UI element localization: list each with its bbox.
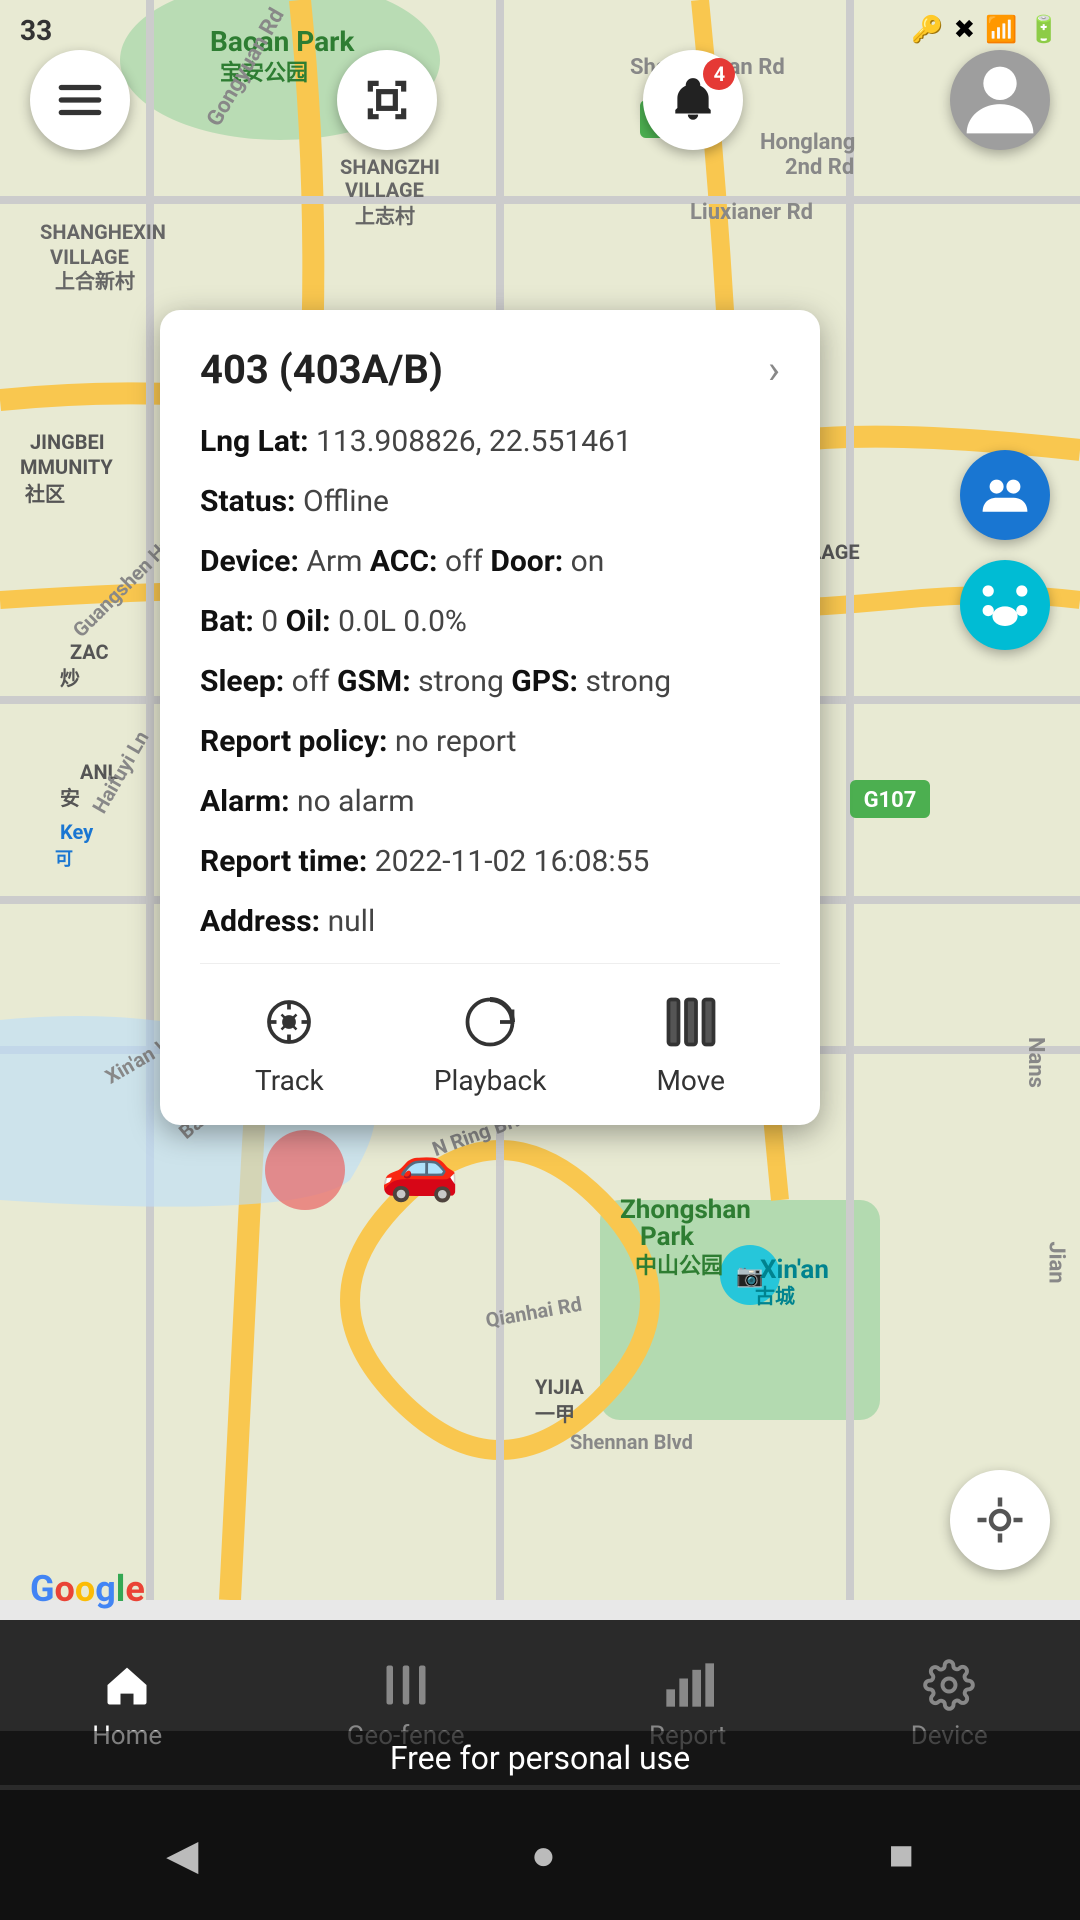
profile-button[interactable]	[950, 50, 1050, 150]
popup-arrow[interactable]: ›	[768, 346, 780, 393]
lnglat-value: 113.908826, 22.551461	[316, 424, 632, 459]
device-label: Device:	[200, 544, 299, 579]
report-policy-value: no report	[395, 724, 517, 759]
alarm-row: Alarm: no alarm	[200, 781, 780, 823]
gsm-value: strong	[418, 664, 504, 699]
status-time: 33	[20, 14, 52, 47]
move-button[interactable]: Move	[656, 992, 724, 1097]
pet-button[interactable]	[960, 560, 1050, 650]
door-label: Door:	[490, 544, 563, 579]
device-row: Device: Arm ACC: off Door: on	[200, 541, 780, 583]
track-button[interactable]: Track	[255, 992, 324, 1097]
notification-button[interactable]: 4	[643, 50, 743, 150]
playback-label: Playback	[434, 1064, 547, 1097]
signal-icon: 📶	[985, 15, 1017, 45]
home-button[interactable]: ●	[531, 1831, 556, 1880]
report-time-row: Report time: 2022-11-02 16:08:55	[200, 841, 780, 883]
back-button[interactable]: ◀	[166, 1830, 198, 1880]
google-logo: Google	[30, 1568, 145, 1610]
key-icon: 🔑	[911, 15, 943, 45]
move-label: Move	[656, 1064, 724, 1097]
device-popup: 403 (403A/B) › Lng Lat: 113.908826, 22.5…	[160, 310, 820, 1125]
popup-header: 403 (403A/B) ›	[200, 346, 780, 393]
report-time-value: 2022-11-02 16:08:55	[375, 844, 650, 879]
device-value: Arm	[306, 544, 362, 579]
playback-button[interactable]: Playback	[434, 992, 547, 1097]
svg-text:G107: G107	[864, 788, 917, 813]
pink-marker	[265, 1130, 345, 1210]
report-policy-label: Report policy:	[200, 724, 387, 759]
lnglat-row: Lng Lat: 113.908826, 22.551461	[200, 421, 780, 463]
popup-actions: Track Playback Move	[200, 963, 780, 1125]
bat-label: Bat:	[200, 604, 254, 639]
popup-title: 403 (403A/B)	[200, 346, 443, 393]
sleep-label: Sleep:	[200, 664, 284, 699]
battery-icon: 🔋	[1028, 15, 1060, 45]
bat-row: Bat: 0 Oil: 0.0L 0.0%	[200, 601, 780, 643]
sleep-value: off	[292, 664, 330, 699]
alarm-label: Alarm:	[200, 784, 290, 819]
status-value: Offline	[303, 484, 389, 519]
right-buttons	[960, 450, 1050, 650]
notification-badge: 4	[703, 58, 735, 90]
lnglat-label: Lng Lat:	[200, 424, 309, 459]
top-nav: 4	[0, 50, 1080, 150]
acc-label: ACC:	[370, 544, 438, 579]
people-button[interactable]	[960, 450, 1050, 540]
android-nav-bar: ◀ ● ■	[0, 1790, 1080, 1920]
gps-value: strong	[585, 664, 671, 699]
bat-value: 0	[261, 604, 278, 639]
address-value: null	[328, 904, 376, 939]
my-location-button[interactable]	[950, 1470, 1050, 1570]
sleep-row: Sleep: off GSM: strong GPS: strong	[200, 661, 780, 703]
address-row: Address: null	[200, 901, 780, 943]
oil-label: Oil:	[286, 604, 331, 639]
gps-label: GPS:	[511, 664, 578, 699]
report-time-label: Report time:	[200, 844, 367, 879]
wifi-icon: ✖	[953, 15, 975, 45]
status-icons: 🔑 ✖ 📶 🔋	[911, 15, 1060, 45]
door-value: on	[571, 544, 605, 579]
status-row: Status: Offline	[200, 481, 780, 523]
recents-button[interactable]: ■	[888, 1831, 913, 1880]
gsm-label: GSM:	[337, 664, 411, 699]
car-marker: 🚗	[380, 1130, 460, 1205]
oil-value: 0.0L 0.0%	[338, 604, 467, 639]
menu-button[interactable]	[30, 50, 130, 150]
fit-bounds-button[interactable]	[337, 50, 437, 150]
watermark: Free for personal use	[0, 1731, 1080, 1785]
svg-text:📷: 📷	[736, 1264, 763, 1289]
acc-value: off	[445, 544, 483, 579]
status-label: Status:	[200, 484, 296, 519]
track-label: Track	[255, 1064, 324, 1097]
alarm-value: no alarm	[297, 784, 415, 819]
report-policy-row: Report policy: no report	[200, 721, 780, 763]
address-label: Address:	[200, 904, 320, 939]
